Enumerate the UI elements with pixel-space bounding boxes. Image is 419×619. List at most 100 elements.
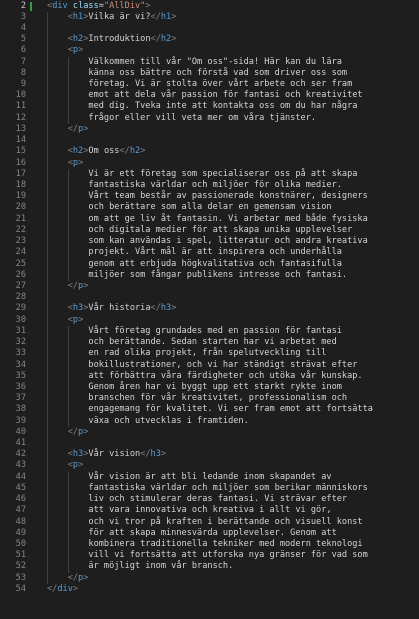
indent-guide — [67, 494, 69, 506]
line-number: 54 — [15, 583, 26, 594]
code-line[interactable]: 19 Vårt team består av passionerade konst… — [0, 191, 419, 203]
code-line[interactable]: 2 <div class="AllDiv"> — [0, 1, 419, 12]
indent-guide — [67, 370, 69, 382]
code-line[interactable]: 39 växa och utvecklas i framtiden. — [0, 415, 419, 427]
code-line[interactable]: 53 </p> — [0, 572, 419, 584]
indent-guide — [67, 79, 69, 91]
code-line[interactable]: 5 <h2>Introduktion</h2> — [0, 34, 419, 46]
indent-guide — [47, 236, 48, 248]
tag-name: h3 — [72, 303, 84, 314]
code-line[interactable]: 27 </p> — [0, 280, 419, 293]
line-number: 9 — [20, 79, 26, 90]
code-line[interactable]: 35 att förbättra våra färdigheter och utö… — [0, 370, 419, 382]
code-line[interactable]: 34 bokillustrationer, och vi har ständigt… — [0, 359, 419, 371]
code-line[interactable]: 46 liv och stimulerar deras fantasi. Vi s… — [0, 494, 419, 506]
indent-guide — [47, 34, 48, 46]
code-line[interactable]: 49 för att skapa minnesvärda upplevelser.… — [0, 527, 419, 539]
code-line[interactable]: 51 vill vi fortsätta att utforska nya grä… — [0, 550, 419, 562]
line-number: 47 — [15, 505, 26, 516]
code-editor[interactable]: 2 <div class="AllDiv"> 3 <h1>Vilka är vi?</… — [0, 0, 419, 619]
line-number: 46 — [15, 494, 26, 505]
line-number: 5 — [20, 34, 26, 45]
text-content: känna oss bättre och förstå vad som driv… — [88, 67, 348, 78]
line-number: 4 — [20, 22, 26, 33]
code-line[interactable]: 25 genom att erbjuda högkvalitativa och f… — [0, 258, 419, 270]
text-content: och digitala medier för att skapa unika … — [88, 224, 353, 235]
code-line[interactable]: 28 — [0, 292, 419, 304]
code-line[interactable]: 26 miljöer som fångar publikens intresse … — [0, 269, 419, 281]
indent-guide — [47, 202, 48, 214]
code-line[interactable]: 22 och digitala medier för att skapa unik… — [0, 224, 419, 237]
code-line[interactable]: 42 <h3>Vår vision</h3> — [0, 449, 419, 461]
code-line[interactable]: 52 är möjligt inom vår bransch. — [0, 561, 419, 573]
code-line[interactable]: 41 — [0, 438, 419, 450]
code-line[interactable]: 15 <h2>Om oss</h2> — [0, 146, 419, 158]
code-line[interactable]: 17 Vi är ett företag som specialiserar os… — [0, 168, 419, 180]
code-line[interactable]: 32 och berättande. Sedan starten har vi a… — [0, 337, 419, 349]
code-content: </p> — [68, 573, 89, 584]
line-number: 27 — [15, 280, 26, 291]
code-content: <p> — [68, 45, 84, 56]
code-line[interactable]: 37 branschen för vår kreativitet, profess… — [0, 393, 419, 405]
text-content: för att skapa minnesvärda upplevelser. G… — [88, 527, 337, 538]
code-line[interactable]: 14 — [0, 135, 419, 147]
code-line[interactable]: 3 <h1>Vilka är vi?</h1> — [0, 11, 419, 23]
code-line[interactable]: 36 Genom åren har vi byggt upp ett starkt… — [0, 381, 419, 394]
text-content: liv och stimulerar deras fantasi. Vi str… — [88, 494, 348, 505]
code-line[interactable]: 48 och vi tror på kraften i berättande oc… — [0, 516, 419, 528]
code-line[interactable]: 18 fantastiska världar och miljöer för ol… — [0, 180, 419, 192]
code-line[interactable]: 20 och berättare som alla delar en gemens… — [0, 202, 419, 214]
code-content: liv och stimulerar deras fantasi. Vi str… — [88, 494, 347, 505]
modified-line-marker[interactable] — [30, 1, 32, 11]
code-line[interactable]: 44 Vår vision är att bli ledande inom ska… — [0, 471, 419, 483]
code-line[interactable]: 45 fantastiska världar och miljöer som be… — [0, 482, 419, 495]
code-line[interactable]: 38 engagemang för kvalitet. Vi ser fram e… — [0, 404, 419, 416]
code-line[interactable]: 9 företag. Vi är stolta över vårt arbete … — [0, 79, 419, 91]
code-line[interactable]: 13 </p> — [0, 123, 419, 136]
indent-guide — [47, 482, 48, 495]
indent-guide — [67, 393, 69, 405]
code-line[interactable]: 54 </div> — [0, 584, 419, 595]
code-line[interactable]: 6 <p> — [0, 45, 419, 57]
code-line[interactable]: 29 <h3>Vår historia</h3> — [0, 303, 419, 315]
code-line[interactable]: 30 <p> — [0, 314, 419, 326]
indent-guide — [47, 168, 48, 180]
code-line[interactable]: 7 Välkommen till vår "Om oss"-sida! Här k… — [0, 56, 419, 68]
code-line[interactable]: 23 som kan användas i spel, litteratur oc… — [0, 236, 419, 248]
code-line[interactable]: 47 att vara innovativa och kreativa i all… — [0, 505, 419, 517]
code-line[interactable]: 50 kombinera traditionella tekniker med m… — [0, 539, 419, 551]
code-content: att vara innovativa och kreativa i allt … — [88, 505, 331, 516]
indent-guide — [47, 191, 48, 203]
indent-guide — [67, 527, 69, 539]
line-number: 32 — [15, 337, 26, 348]
code-line[interactable]: 4 — [0, 22, 419, 35]
code-line[interactable]: 31 Vårt företag grundades med en passion … — [0, 325, 419, 338]
text-content: är möjligt inom vår bransch. — [88, 561, 234, 572]
code-line[interactable]: 11 med dig. Tveka inte att kontakta oss o… — [0, 101, 419, 113]
indent-guide — [47, 438, 48, 450]
code-line[interactable]: 40 </p> — [0, 426, 419, 439]
tag-bracket: > — [140, 146, 146, 157]
indent-guide — [67, 325, 69, 338]
line-number: 37 — [15, 393, 26, 404]
indent-guide — [67, 539, 69, 551]
tag-bracket: </ — [150, 11, 161, 22]
indent-guide — [47, 516, 48, 528]
indent-guide — [47, 494, 48, 506]
code-line[interactable]: 12 frågor eller vill veta mer om våra tjä… — [0, 112, 419, 124]
code-line[interactable]: 24 projekt. Vårt mål är att inspirera och… — [0, 247, 419, 259]
code-line[interactable]: 43 <p> — [0, 460, 419, 472]
indent-guide — [47, 303, 48, 315]
line-number: 12 — [15, 112, 26, 123]
code-line[interactable]: 33 en rad olika projekt, från spelutveckl… — [0, 348, 419, 360]
code-line[interactable]: 8 känna oss bättre och förstå vad som dri… — [0, 67, 419, 80]
code-content: Vår vision är att bli ledande inom skapa… — [88, 472, 331, 483]
indent-guide — [67, 415, 69, 427]
code-line[interactable]: 21 om att ge liv åt fantasin. Vi arbetar … — [0, 213, 419, 225]
code-content: och berättande. Sedan starten har vi arb… — [88, 337, 336, 348]
code-line[interactable]: 16 <p> — [0, 157, 419, 169]
line-number: 13 — [15, 123, 26, 134]
code-line[interactable]: 10 emot att dela vår passion för fantasi … — [0, 90, 419, 102]
indent-guide — [47, 449, 48, 461]
line-number: 45 — [15, 482, 26, 493]
